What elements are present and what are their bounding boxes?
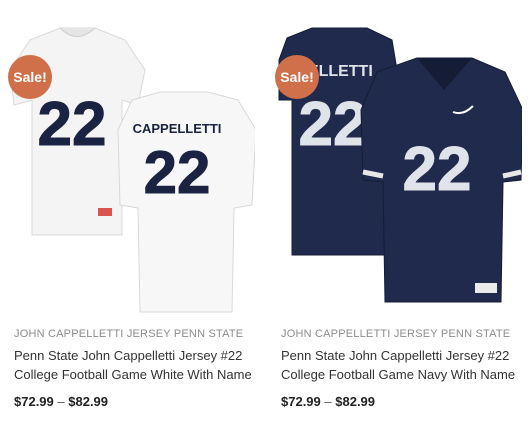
- jersey-back-number: 22: [299, 90, 368, 159]
- product-title-link[interactable]: Penn State John Cappelletti Jersey #22 C…: [267, 346, 519, 384]
- product-image-navy-jersey[interactable]: PELLETTI 22 22 Sale!: [267, 0, 522, 322]
- jersey-back-name: CAPPELLETTI: [133, 121, 222, 136]
- price-min: $72.99: [14, 394, 54, 409]
- price-max: $82.99: [335, 394, 376, 409]
- sale-badge: Sale!: [8, 55, 52, 99]
- product-title-link[interactable]: Penn State John Cappelletti Jersey #22 C…: [0, 346, 252, 384]
- jersey-front-number: 22: [403, 135, 472, 204]
- price-min: $72.99: [281, 394, 321, 409]
- price-separator: –: [324, 394, 332, 409]
- product-card-navy[interactable]: PELLETTI 22 22 Sale! JOHN CAPPELLETTI JE…: [267, 0, 522, 409]
- jersey-back-image: CAPPELLETTI 22: [117, 91, 255, 313]
- sale-badge: Sale!: [275, 55, 319, 99]
- product-price: $72.99 – $82.99: [0, 394, 255, 409]
- product-category-link[interactable]: JOHN CAPPELLETTI JERSEY PENN STATE: [267, 328, 522, 340]
- jersey-back-number: 22: [144, 139, 211, 206]
- price-max: $82.99: [68, 394, 109, 409]
- jersey-front-image: 22: [360, 57, 522, 303]
- product-image-white-jersey[interactable]: 22 CAPPELLETTI 22 Sale!: [0, 0, 255, 322]
- product-price: $72.99 – $82.99: [267, 394, 522, 409]
- jersey-front-number: 22: [38, 90, 107, 159]
- price-separator: –: [57, 394, 65, 409]
- product-category-link[interactable]: JOHN CAPPELLETTI JERSEY PENN STATE: [0, 328, 255, 340]
- product-card-white[interactable]: 22 CAPPELLETTI 22 Sale! JOHN CAPPELLETTI…: [0, 0, 255, 409]
